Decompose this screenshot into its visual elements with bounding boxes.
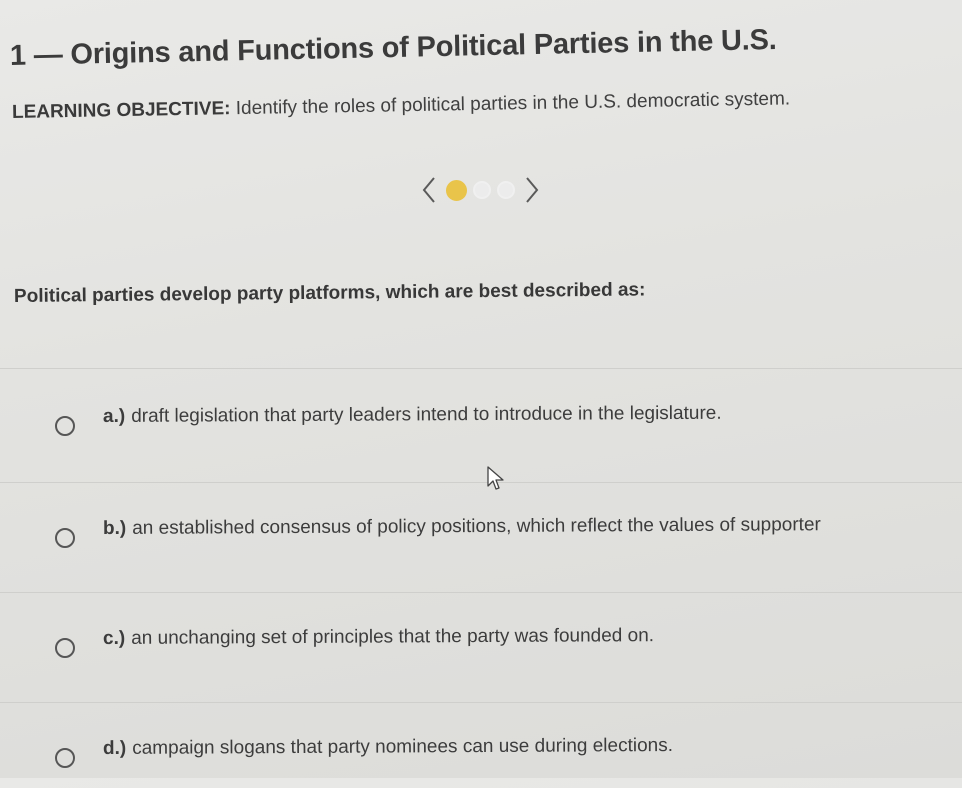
radio-button[interactable]	[55, 528, 75, 548]
answer-option-d[interactable]: d.) campaign slogans that party nominees …	[0, 728, 962, 788]
learning-objective: LEARNING OBJECTIVE: Identify the roles o…	[12, 88, 790, 124]
mouse-pointer-icon	[486, 466, 506, 492]
question-pager	[418, 174, 543, 206]
page-title: 1 — Origins and Functions of Political P…	[9, 23, 777, 72]
radio-button[interactable]	[55, 748, 75, 768]
pager-dot-3[interactable]	[497, 181, 515, 199]
option-text[interactable]: b.) an established consensus of policy po…	[103, 514, 821, 540]
option-letter: a.)	[102, 405, 126, 427]
option-label: an unchanging set of principles that the…	[131, 625, 655, 649]
divider	[0, 592, 962, 593]
option-label: an established consensus of policy posit…	[132, 514, 821, 539]
answer-option-b[interactable]: b.) an established consensus of policy po…	[0, 508, 962, 568]
option-text[interactable]: d.) campaign slogans that party nominees …	[103, 735, 673, 760]
option-text[interactable]: a.) draft legislation that party leaders …	[103, 403, 722, 428]
option-label: draft legislation that party leaders int…	[131, 402, 722, 427]
option-label: campaign slogans that party nominees can…	[132, 735, 674, 759]
option-text[interactable]: c.) an unchanging set of principles that …	[103, 625, 654, 650]
option-letter: d.)	[102, 737, 127, 759]
chevron-right-icon[interactable]	[521, 175, 543, 205]
divider	[0, 482, 962, 483]
divider	[0, 702, 962, 703]
learning-objective-text: Identify the roles of political parties …	[235, 88, 791, 120]
radio-button[interactable]	[55, 416, 75, 436]
answer-option-c[interactable]: c.) an unchanging set of principles that …	[0, 618, 962, 678]
question-prompt: Political parties develop party platform…	[13, 279, 646, 307]
pager-dot-2[interactable]	[473, 181, 491, 199]
radio-button[interactable]	[55, 638, 75, 658]
divider	[0, 368, 962, 369]
pager-dot-1[interactable]	[446, 179, 467, 201]
chevron-left-icon[interactable]	[418, 175, 440, 205]
learning-objective-label: LEARNING OBJECTIVE:	[11, 98, 231, 123]
option-letter: c.)	[102, 627, 126, 649]
answer-option-a[interactable]: a.) draft legislation that party leaders …	[0, 396, 962, 456]
option-letter: b.)	[102, 517, 127, 539]
